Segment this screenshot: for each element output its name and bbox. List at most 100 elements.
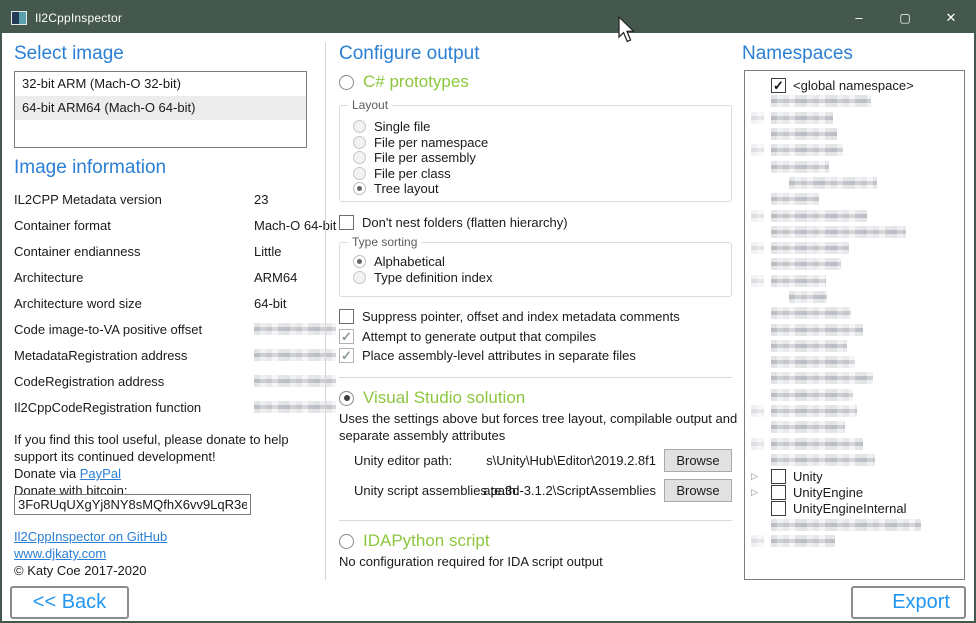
radio-label: File per class [374,166,451,181]
namespace-item[interactable]: UnityEngineInternal [745,501,964,517]
radio-option[interactable]: File per assembly [353,150,731,166]
image-list-item[interactable]: 64-bit ARM64 (Mach-O 64-bit) [15,96,306,120]
checkbox-icon[interactable]: ✓ [339,329,354,344]
visual-studio-solution-radio[interactable]: Visual Studio solution [339,388,525,408]
radio-option[interactable]: Single file [353,119,731,135]
expander-icon[interactable]: ▷ [751,471,771,482]
csharp-prototypes-radio[interactable]: C# prototypes [339,72,469,92]
back-button[interactable]: << Back [10,586,129,619]
radio-icon[interactable] [353,167,366,180]
namespace-item-redacted[interactable] [745,273,964,289]
namespace-checkbox[interactable] [771,501,786,516]
radio-icon[interactable] [353,271,366,284]
namespace-item[interactable]: ✓<global namespace> [745,77,964,93]
namespace-item-redacted[interactable] [745,517,964,533]
radio-option[interactable]: File per namespace [353,135,731,151]
radio-icon[interactable] [339,534,354,549]
csharp-prototypes-label: C# prototypes [363,72,469,92]
radio-icon[interactable] [353,136,366,149]
paypal-link[interactable]: PayPal [80,466,121,481]
redacted-namespace [771,258,841,270]
export-button[interactable]: Export [851,586,966,619]
info-row: Code image-to-VA positive offset [14,322,307,348]
browse-unity-editor-button[interactable]: Browse [664,449,732,472]
namespace-checkbox[interactable]: ✓ [771,78,786,93]
checkbox-option[interactable]: ✓Place assembly-level attributes in sepa… [339,346,680,366]
namespace-item-redacted[interactable] [745,533,964,549]
namespace-item-redacted[interactable] [745,387,964,403]
close-button[interactable]: ✕ [928,2,974,33]
configure-output-header: Configure output [339,43,480,65]
idapython-script-label: IDAPython script [363,531,490,551]
radio-icon[interactable] [353,151,366,164]
minimize-button[interactable]: – [836,2,882,33]
app-window: Il2CppInspector – ▢ ✕ Select image 32-bi… [0,0,976,623]
namespace-item-redacted[interactable] [745,126,964,142]
redacted-namespace [789,177,877,189]
maximize-button[interactable]: ▢ [882,2,928,33]
namespace-item-redacted[interactable] [745,338,964,354]
namespaces-tree[interactable]: ✓<global namespace> ▷Unity▷UnityEngineUni… [744,70,965,580]
namespace-item-redacted[interactable] [745,452,964,468]
layout-groupbox: Layout Single fileFile per namespaceFile… [339,105,732,202]
namespace-item-redacted[interactable] [745,142,964,158]
namespace-item-redacted[interactable] [745,240,964,256]
browse-unity-assemblies-button[interactable]: Browse [664,479,732,502]
idapython-script-radio[interactable]: IDAPython script [339,531,490,551]
redacted-namespace [771,193,819,205]
github-link[interactable]: Il2CppInspector on GitHub [14,529,167,544]
website-link[interactable]: www.djkaty.com [14,546,106,561]
unity-assemblies-path-value[interactable]: ate.3d-3.1.2\ScriptAssemblies [483,483,656,498]
namespace-item-redacted[interactable] [745,93,964,109]
namespace-checkbox[interactable] [771,469,786,484]
info-row: MetadataRegistration address [14,348,307,374]
donate-via-text: Donate via [14,466,80,481]
image-listbox[interactable]: 32-bit ARM (Mach-O 32-bit)64-bit ARM64 (… [14,71,307,148]
namespace-item-redacted[interactable] [745,110,964,126]
radio-option[interactable]: File per class [353,166,731,182]
namespace-item-redacted[interactable] [745,354,964,370]
checkbox-icon[interactable] [339,215,354,230]
namespace-item-redacted[interactable] [745,289,964,305]
namespace-item[interactable]: ▷Unity [745,468,964,484]
namespace-item-redacted[interactable] [745,419,964,435]
radio-icon[interactable] [353,120,366,133]
checkbox-option[interactable]: ✓Attempt to generate output that compile… [339,327,680,347]
namespace-item-redacted[interactable] [745,175,964,191]
layout-group-label: Layout [348,98,392,112]
info-label: Container endianness [14,244,140,259]
radio-icon[interactable] [339,391,354,406]
checkbox-icon[interactable] [339,309,354,324]
type-sorting-options: AlphabeticalType definition index [340,243,731,285]
namespace-item-redacted[interactable] [745,207,964,223]
checkbox-icon[interactable]: ✓ [339,348,354,363]
radio-option[interactable]: Alphabetical [353,254,731,270]
namespace-item-redacted[interactable] [745,224,964,240]
namespace-item-redacted[interactable] [745,158,964,174]
namespace-item-redacted[interactable] [745,256,964,272]
namespace-item-redacted[interactable] [745,191,964,207]
namespace-item-redacted[interactable] [745,321,964,337]
namespace-item-redacted[interactable] [745,436,964,452]
namespace-item-redacted[interactable] [745,305,964,321]
unity-editor-path-value[interactable]: s\Unity\Hub\Editor\2019.2.8f1 [486,453,656,468]
dont-nest-checkbox[interactable]: Don't nest folders (flatten hierarchy) [339,215,568,230]
namespace-checkbox[interactable] [771,485,786,500]
redacted-expander [751,144,764,156]
title-bar[interactable]: Il2CppInspector – ▢ ✕ [2,2,974,33]
window-title: Il2CppInspector [35,11,122,25]
redacted-namespace [771,95,871,107]
image-info-table: IL2CPP Metadata version23Container forma… [14,192,307,426]
namespace-item-redacted[interactable] [745,370,964,386]
radio-option[interactable]: Type definition index [353,270,731,286]
expander-icon[interactable]: ▷ [751,487,771,498]
namespace-item-redacted[interactable] [745,403,964,419]
checkbox-option[interactable]: Suppress pointer, offset and index metad… [339,307,680,327]
namespace-item[interactable]: ▷UnityEngine [745,484,964,500]
bitcoin-address-input[interactable] [14,494,251,515]
radio-option[interactable]: Tree layout [353,181,731,197]
image-list-item[interactable]: 32-bit ARM (Mach-O 32-bit) [15,72,306,96]
radio-icon[interactable] [353,182,366,195]
radio-icon[interactable] [353,255,366,268]
radio-icon[interactable] [339,75,354,90]
